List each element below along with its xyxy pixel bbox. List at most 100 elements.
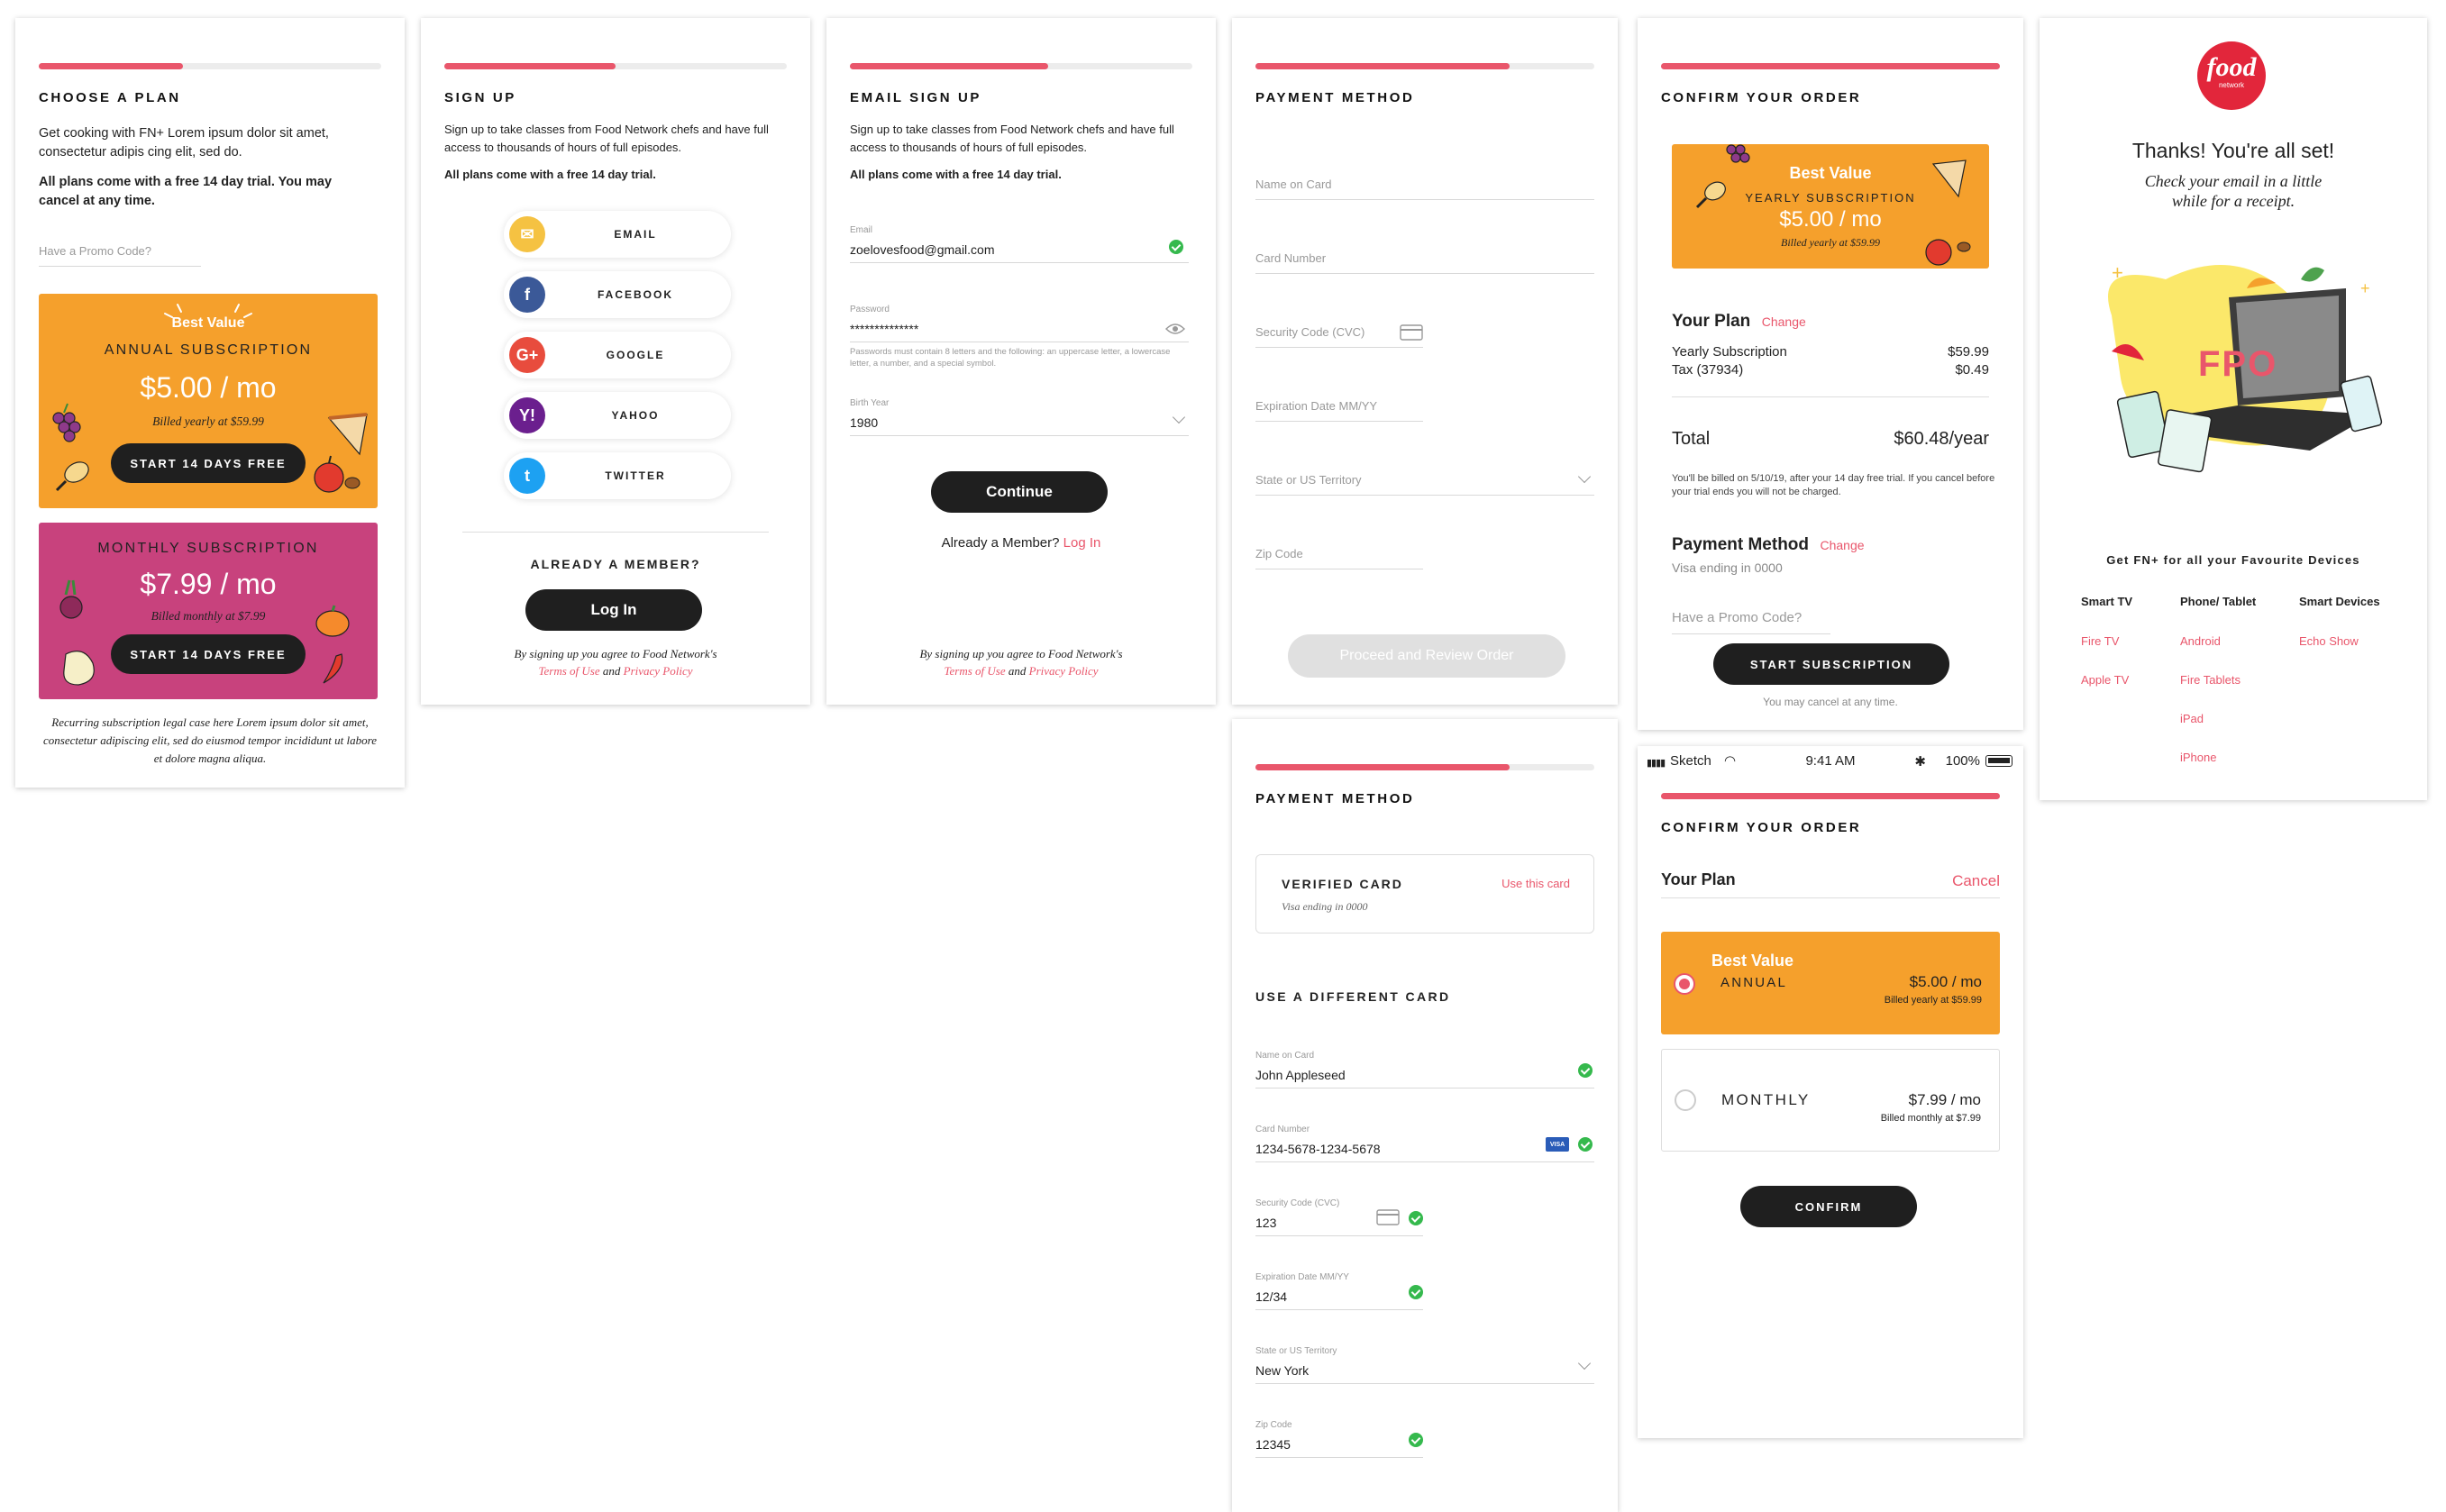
monthly-option[interactable]: MONTHLY $7.99 / mo Billed monthly at $7.… bbox=[1661, 1049, 2000, 1152]
device-link[interactable]: Android bbox=[2180, 634, 2221, 648]
promo-code-input[interactable]: Have a Promo Code? bbox=[1672, 600, 1830, 634]
grapes-icon bbox=[52, 403, 81, 442]
choose-plan-screen: CHOOSE A PLAN Get cooking with FN+ Lorem… bbox=[15, 18, 405, 788]
device-link[interactable]: Fire TV bbox=[2081, 634, 2119, 648]
email-field[interactable]: Email zoelovesfood@gmail.com bbox=[850, 225, 1189, 263]
facebook-signup-button[interactable]: f FACEBOOK bbox=[504, 271, 731, 318]
valid-check-icon bbox=[1578, 1063, 1593, 1078]
visa-icon: VISA bbox=[1546, 1137, 1569, 1152]
legal-text: Recurring subscription legal case here L… bbox=[43, 715, 377, 765]
birth-year-select[interactable]: Birth Year 1980 bbox=[850, 398, 1189, 436]
screen-title: PAYMENT METHOD bbox=[1255, 90, 1415, 105]
terms-text: By signing up you agree to Food Network'… bbox=[919, 647, 1123, 678]
confirm-button[interactable]: CONFIRM bbox=[1740, 1186, 1917, 1227]
annual-radio[interactable] bbox=[1674, 973, 1695, 995]
card-number-input[interactable]: Card Number 1234-5678-1234-5678 VISA bbox=[1255, 1125, 1594, 1162]
privacy-link[interactable]: Privacy Policy bbox=[624, 664, 693, 678]
annual-option[interactable]: Best Value ANNUAL $5.00 / mo Billed year… bbox=[1661, 932, 2000, 1034]
continue-button[interactable]: Continue bbox=[931, 471, 1108, 513]
beet-icon bbox=[59, 579, 83, 619]
trial-note: All plans come with a free 14 day trial. bbox=[444, 168, 656, 181]
best-value-badge: Best Value bbox=[1711, 952, 1794, 970]
expiration-input[interactable]: Expiration Date MM/YY 12/34 bbox=[1255, 1272, 1423, 1310]
status-bar: ▮▮▮▮ Sketch ◠ 9:41 AM ✱ 100% bbox=[1638, 746, 2023, 773]
device-column-title: Smart Devices bbox=[2299, 595, 2380, 608]
device-link[interactable]: Echo Show bbox=[2299, 634, 2359, 648]
payment-method-row: Payment Method Change bbox=[1672, 535, 1865, 554]
password-field[interactable]: Password ************** bbox=[850, 305, 1189, 342]
plan-price: $5.00 / mo bbox=[1909, 973, 1982, 990]
email-signup-button[interactable]: ✉ EMAIL bbox=[504, 211, 731, 258]
login-button[interactable]: Log In bbox=[525, 589, 702, 631]
change-payment-link[interactable]: Change bbox=[1820, 538, 1864, 552]
plan-name: MONTHLY bbox=[1721, 1091, 1811, 1108]
google-signup-button[interactable]: G+ GOOGLE bbox=[504, 332, 731, 378]
line-item-value: $59.99 bbox=[1948, 344, 1989, 360]
twitter-signup-button[interactable]: t TWITTER bbox=[504, 452, 731, 499]
cancel-link[interactable]: Cancel bbox=[1952, 872, 2000, 890]
device-link[interactable]: iPad bbox=[2180, 712, 2204, 725]
state-select[interactable]: State or US Territory New York bbox=[1255, 1346, 1594, 1384]
device-link[interactable]: Apple TV bbox=[2081, 673, 2129, 687]
verified-card-box[interactable]: VERIFIED CARD Use this card Visa ending … bbox=[1255, 854, 1594, 934]
device-link[interactable]: Fire Tablets bbox=[2180, 673, 2241, 687]
privacy-link[interactable]: Privacy Policy bbox=[1029, 664, 1099, 678]
plan-name: MONTHLY SUBSCRIPTION bbox=[97, 541, 319, 556]
verified-card-title: VERIFIED CARD bbox=[1282, 877, 1403, 891]
promo-code-input[interactable]: Have a Promo Code? bbox=[39, 236, 201, 267]
monthly-radio[interactable] bbox=[1675, 1089, 1696, 1111]
proceed-button[interactable]: Proceed and Review Order bbox=[1288, 634, 1565, 678]
credit-card-icon bbox=[1376, 1209, 1400, 1225]
signup-option-label: EMAIL bbox=[614, 228, 657, 241]
apple-icon bbox=[1925, 239, 1971, 266]
pie-slice-icon bbox=[1931, 159, 1967, 198]
drumstick-icon bbox=[55, 461, 89, 492]
signup-option-label: FACEBOOK bbox=[597, 288, 673, 301]
screen-title: EMAIL SIGN UP bbox=[850, 90, 982, 105]
card-number-input[interactable]: Card Number bbox=[1255, 236, 1594, 274]
login-link[interactable]: Log In bbox=[1063, 535, 1101, 551]
credit-card-icon bbox=[1400, 324, 1423, 341]
your-plan-label: Your Plan bbox=[1661, 870, 1736, 888]
thanks-screen: food network Thanks! You're all set! Che… bbox=[2040, 18, 2427, 800]
best-value-badge: Best Value bbox=[171, 315, 245, 331]
start-trial-button[interactable]: START 14 DAYS FREE bbox=[111, 634, 306, 674]
line-item-label: Yearly Subscription bbox=[1672, 344, 1787, 360]
security-code-input[interactable]: Security Code (CVC) bbox=[1255, 310, 1423, 348]
trial-note: All plans come with a free 14 day trial.… bbox=[39, 175, 333, 208]
valid-check-icon bbox=[1409, 1285, 1423, 1299]
screen-title: CONFIRM YOUR ORDER bbox=[1661, 90, 1862, 105]
total-value: $60.48/year bbox=[1894, 429, 1989, 449]
security-code-input[interactable]: Security Code (CVC) 123 bbox=[1255, 1198, 1423, 1236]
valid-check-icon bbox=[1169, 240, 1183, 254]
tax-label: Tax (37934) bbox=[1672, 362, 1744, 378]
name-on-card-input[interactable]: Name on Card bbox=[1255, 162, 1594, 200]
progress-bar bbox=[1255, 63, 1594, 69]
change-plan-link[interactable]: Change bbox=[1762, 314, 1806, 329]
trial-note: All plans come with a free 14 day trial. bbox=[850, 168, 1062, 181]
terms-link[interactable]: Terms of Use bbox=[538, 664, 599, 678]
progress-bar bbox=[444, 63, 787, 69]
plan-billing: Billed yearly at $59.99 bbox=[1884, 995, 1982, 1006]
visa-note: Visa ending in 0000 bbox=[1672, 560, 1783, 575]
password-hint: Passwords must contain 8 letters and the… bbox=[850, 347, 1171, 369]
zip-code-input[interactable]: Zip Code 12345 bbox=[1255, 1420, 1423, 1458]
use-this-card-link[interactable]: Use this card bbox=[1501, 877, 1570, 890]
tax-value: $0.49 bbox=[1955, 362, 1989, 378]
grapes-icon bbox=[1726, 144, 1750, 163]
terms-link[interactable]: Terms of Use bbox=[944, 664, 1005, 678]
intro-text: Get cooking with FN+ Lorem ipsum dolor s… bbox=[39, 126, 329, 159]
start-subscription-button[interactable]: START SUBSCRIPTION bbox=[1713, 643, 1949, 685]
eye-icon[interactable] bbox=[1165, 323, 1185, 335]
monthly-plan-card[interactable]: MONTHLY SUBSCRIPTION $7.99 / mo Billed m… bbox=[39, 523, 378, 699]
zip-code-input[interactable]: Zip Code bbox=[1255, 532, 1423, 569]
chevron-down-icon bbox=[1577, 1356, 1592, 1371]
name-on-card-input[interactable]: Name on Card John Appleseed bbox=[1255, 1051, 1594, 1088]
yahoo-signup-button[interactable]: Y! YAHOO bbox=[504, 392, 731, 439]
annual-plan-card[interactable]: Best Value ANNUAL SUBSCRIPTION $5.00 / m… bbox=[39, 294, 378, 508]
device-link[interactable]: iPhone bbox=[2180, 751, 2216, 764]
start-trial-button[interactable]: START 14 DAYS FREE bbox=[111, 443, 306, 483]
state-select[interactable]: State or US Territory bbox=[1255, 458, 1594, 496]
your-plan-row: Your Plan Change bbox=[1672, 312, 1806, 331]
expiration-input[interactable]: Expiration Date MM/YY bbox=[1255, 384, 1423, 422]
